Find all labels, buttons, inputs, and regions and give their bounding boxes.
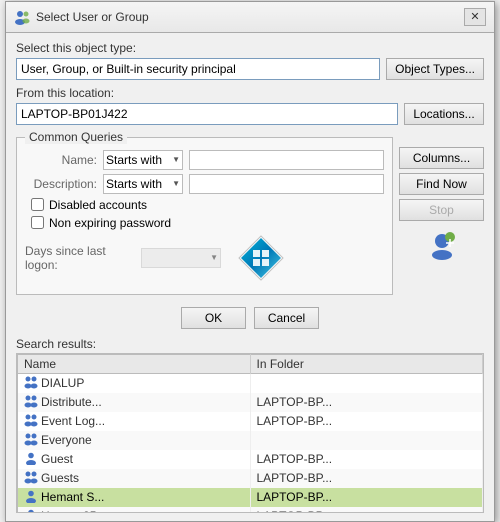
table-row[interactable]: DIALUP [18,373,483,393]
results-table-wrapper[interactable]: Name In Folder DIALUP Distribute... [16,353,484,513]
locations-button[interactable]: Locations... [404,103,484,125]
common-queries-legend: Common Queries [25,130,127,144]
ok-cancel-row: OK Cancel [16,301,484,333]
cell-name: Hemant25... [18,507,251,513]
description-label: Description: [25,177,97,191]
cell-folder [250,431,483,450]
action-buttons: Columns... Find Now Stop [399,137,484,301]
table-row[interactable]: Distribute... LAPTOP-BP... [18,393,483,412]
cell-name: Event Log... [18,412,251,431]
close-button[interactable]: ✕ [464,8,486,26]
description-row: Description: Starts with ▼ [25,174,384,194]
non-expiring-label: Non expiring password [49,216,171,230]
object-type-label: Select this object type: [16,41,484,55]
location-row: Locations... [16,103,484,125]
windows-diamond-icon [238,235,284,281]
days-dropdown-arrow: ▼ [210,253,218,262]
days-dropdown: ▼ [141,248,221,268]
cell-folder: LAPTOP-BP... [250,488,483,507]
object-type-input[interactable] [16,58,380,80]
row-name: Distribute... [41,395,102,409]
table-header: Name In Folder [18,354,483,373]
group-icon [24,394,38,411]
title-bar-controls: ✕ [464,8,486,26]
disabled-accounts-checkbox[interactable] [31,198,44,211]
cell-name: Guests [18,469,251,488]
cell-name: Guest [18,450,251,469]
cell-folder: LAPTOP-BP... [250,412,483,431]
dialog-icon [14,9,30,25]
dialog-body: Select this object type: Object Types...… [6,33,494,521]
row-name: Guest [41,452,73,466]
cell-folder: LAPTOP-BP... [250,393,483,412]
wizard-icon [426,229,458,261]
desc-dropdown-arrow: ▼ [172,179,180,188]
name-dropdown[interactable]: Starts with ▼ [103,150,183,170]
description-text-input[interactable] [189,174,384,194]
cell-folder: LAPTOP-BP... [250,450,483,469]
name-text-input[interactable] [189,150,384,170]
row-name: Hemant S... [41,490,104,504]
object-types-button[interactable]: Object Types... [386,58,484,80]
table-row[interactable]: Hemant S... LAPTOP-BP... [18,488,483,507]
windows-logo-area [237,234,285,282]
results-body: DIALUP Distribute... LAPTOP-BP... Event … [18,373,483,513]
group-icon [24,432,38,449]
days-since-label: Days since last logon: [25,244,135,272]
col-folder-header[interactable]: In Folder [250,354,483,373]
group-icon [24,413,38,430]
col-name-header[interactable]: Name [18,354,251,373]
select-user-dialog: Select User or Group ✕ Select this objec… [5,1,495,522]
row-name: Everyone [41,433,92,447]
row-name: Event Log... [41,414,105,428]
disabled-accounts-label: Disabled accounts [49,198,147,212]
cell-name: Distribute... [18,393,251,412]
name-dropdown-text: Starts with [106,153,162,167]
cell-folder: LAPTOP-BP... [250,469,483,488]
ok-button[interactable]: OK [181,307,246,329]
desc-dropdown-text: Starts with [106,177,162,191]
results-table: Name In Folder DIALUP Distribute... [17,354,483,513]
table-row[interactable]: Guests LAPTOP-BP... [18,469,483,488]
cell-name: Everyone [18,431,251,450]
row-name: Guests [41,471,79,485]
table-row[interactable]: Event Log... LAPTOP-BP... [18,412,483,431]
table-row[interactable]: Everyone [18,431,483,450]
group-icon [24,470,38,487]
cell-folder: LAPTOP-BP... [250,507,483,513]
wizard-icon-area [399,229,484,261]
user-icon [24,508,38,513]
table-row[interactable]: Guest LAPTOP-BP... [18,450,483,469]
cell-name: Hemant S... [18,488,251,507]
cell-name: DIALUP [18,373,251,393]
title-bar: Select User or Group ✕ [6,2,494,33]
description-dropdown[interactable]: Starts with ▼ [103,174,183,194]
cell-folder [250,373,483,393]
non-expiring-checkbox[interactable] [31,216,44,229]
title-bar-text: Select User or Group [14,9,149,25]
name-row: Name: Starts with ▼ [25,150,384,170]
columns-button[interactable]: Columns... [399,147,484,169]
find-now-button[interactable]: Find Now [399,173,484,195]
group-icon [24,375,38,392]
row-name: DIALUP [41,376,84,390]
user-icon [24,489,38,506]
title-text: Select User or Group [36,10,149,24]
object-type-row: Object Types... [16,58,484,80]
name-dropdown-arrow: ▼ [172,155,180,164]
stop-button[interactable]: Stop [399,199,484,221]
common-queries-group: Common Queries Name: Starts with ▼ Descr… [16,137,393,295]
location-input[interactable] [16,103,398,125]
name-label: Name: [25,153,97,167]
user-icon [24,451,38,468]
search-results-label: Search results: [16,333,484,353]
queries-section: Common Queries Name: Starts with ▼ Descr… [16,131,484,301]
non-expiring-row: Non expiring password [25,216,384,230]
table-row[interactable]: Hemant25... LAPTOP-BP... [18,507,483,513]
disabled-accounts-row: Disabled accounts [25,198,384,212]
row-name: Hemant25... [41,509,106,513]
cancel-button[interactable]: Cancel [254,307,319,329]
location-label: From this location: [16,86,484,100]
days-since-row: Days since last logon: ▼ [25,234,384,282]
